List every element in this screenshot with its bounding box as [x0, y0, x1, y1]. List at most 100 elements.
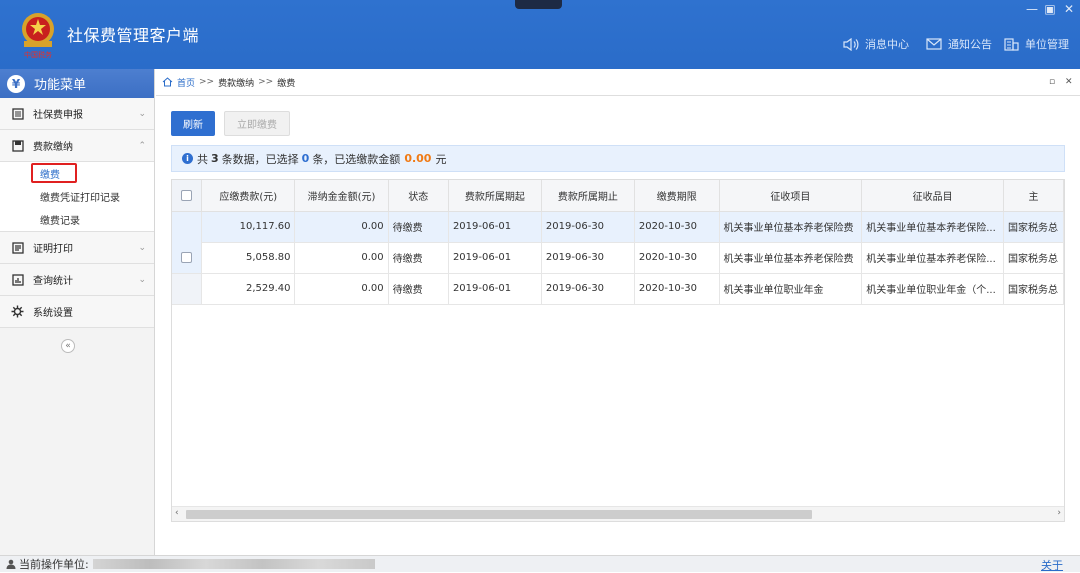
table-cell: 0.00 [294, 242, 389, 274]
row-group-checkbox-cell[interactable] [172, 211, 203, 274]
main-content: 首页 >> 费款缴纳 >> 缴费 ▫ ✕ 刷新 立即缴费 i 共 3 条数据，已… [156, 69, 1080, 555]
scroll-right-icon[interactable]: › [1057, 508, 1061, 518]
function-menu-title: 功能菜单 [34, 78, 87, 93]
notice-link[interactable]: 通知公告 [926, 36, 992, 52]
summary-info-bar: i 共 3 条数据，已选择 0 条，已选缴款金额 0.00 元 [171, 145, 1065, 172]
table-cell: 国家税务总 [1003, 211, 1064, 243]
restore-button[interactable]: ▣ [1041, 2, 1059, 16]
about-link[interactable]: 关于 [1041, 557, 1063, 573]
horizontal-scrollbar[interactable]: ‹ › [172, 506, 1064, 521]
app-title: 社保费管理客户端 [67, 26, 200, 45]
close-button[interactable]: ✕ [1060, 2, 1078, 16]
payment-table: 应缴费款(元) 滞纳金金额(元) 状态 费款所属期起 费款所属期止 缴费期限 征… [171, 179, 1065, 522]
column-header[interactable]: 应缴费款(元) [201, 180, 296, 212]
tab-close-icon[interactable]: ✕ [1065, 77, 1073, 87]
unit-management-label: 单位管理 [1025, 38, 1069, 51]
table-cell: 机关事业单位基本养老保险... [861, 211, 1004, 243]
unit-management-link[interactable]: 单位管理 [1004, 36, 1069, 52]
status-bar: 当前操作单位: 关于 [0, 555, 1080, 572]
table-cell: 2,529.40 [201, 273, 296, 305]
function-menu-header: ¥ 功能菜单 [0, 69, 154, 104]
scroll-left-icon[interactable]: ‹ [175, 508, 179, 518]
chevron-down-icon: ⌄ [138, 243, 146, 253]
collapse-sidebar-button[interactable]: « [61, 339, 75, 353]
select-all-checkbox[interactable] [181, 189, 193, 201]
row-checkbox-cell [172, 273, 203, 305]
chart-icon [11, 273, 24, 286]
card-icon [11, 139, 24, 152]
column-header[interactable]: 主 [1003, 180, 1064, 212]
summary-total-count: 3 [211, 152, 219, 165]
user-icon [6, 559, 16, 569]
chevron-down-icon: ⌄ [138, 109, 146, 119]
column-header[interactable]: 征收项目 [719, 180, 863, 212]
pay-now-button[interactable]: 立即缴费 [224, 111, 290, 136]
home-icon [162, 77, 173, 87]
column-header[interactable]: 费款所属期起 [448, 180, 542, 212]
logo-text: 中国税务 [24, 50, 52, 59]
breadcrumb-separator: >> [258, 77, 274, 87]
submenu-item-label: 缴费记录 [40, 216, 80, 227]
table-cell: 0.00 [294, 211, 389, 243]
table-cell: 10,117.60 [201, 211, 296, 243]
sidebar-item-label: 社保费申报 [33, 110, 83, 121]
message-center-link[interactable]: 消息中心 [843, 36, 909, 52]
sidebar-item-label: 费款缴纳 [33, 142, 73, 153]
tax-emblem-logo: 中国税务 [22, 13, 54, 59]
table-row[interactable]: 2,529.40 0.00 待缴费 2019-06-01 2019-06-30 … [172, 273, 1064, 305]
sidebar-item-label: 证明打印 [33, 244, 73, 255]
table-cell: 0.00 [294, 273, 389, 305]
current-unit-label: 当前操作单位: [19, 558, 89, 571]
table-cell: 待缴费 [388, 211, 449, 243]
sidebar-item-certificate-print[interactable]: 证明打印 ⌄ [0, 232, 154, 264]
table-cell: 机关事业单位职业年金（个... [861, 273, 1004, 305]
table-cell: 2020-10-30 [634, 242, 720, 274]
breadcrumb-level2: 费款缴纳 [218, 78, 255, 89]
table-cell: 机关事业单位基本养老保险... [861, 242, 1004, 274]
table-header-row: 应缴费款(元) 滞纳金金额(元) 状态 费款所属期起 费款所属期止 缴费期限 征… [172, 180, 1064, 212]
select-all-checkbox-cell[interactable] [172, 180, 203, 212]
minimize-button[interactable]: — [1023, 2, 1041, 16]
column-header[interactable]: 状态 [388, 180, 449, 212]
table-cell: 2019-06-30 [541, 211, 635, 243]
column-header[interactable]: 缴费期限 [634, 180, 720, 212]
chevron-down-icon: ⌄ [138, 275, 146, 285]
table-cell: 待缴费 [388, 273, 449, 305]
breadcrumb-home-link[interactable]: 首页 [177, 76, 195, 89]
document-icon [11, 107, 24, 120]
refresh-button[interactable]: 刷新 [171, 111, 215, 136]
table-cell: 5,058.80 [201, 242, 296, 274]
gear-icon [11, 305, 24, 318]
sidebar: ¥ 功能菜单 社保费申报 ⌄ 费款缴纳 ⌃ 缴费 缴费凭证打印记录 缴费记录 证… [0, 69, 155, 555]
notice-label: 通知公告 [948, 38, 992, 51]
table-row[interactable]: 10,117.60 0.00 待缴费 2019-06-01 2019-06-30… [172, 211, 1064, 274]
column-header[interactable]: 征收品目 [861, 180, 1004, 212]
info-icon: i [182, 153, 193, 164]
active-highlight-box [31, 163, 77, 183]
table-cell: 机关事业单位基本养老保险费 [719, 242, 863, 274]
speaker-icon [843, 37, 859, 51]
sidebar-item-system-settings[interactable]: 系统设置 [0, 296, 154, 328]
sidebar-item-declaration[interactable]: 社保费申报 ⌄ [0, 98, 154, 130]
chevron-up-icon: ⌃ [138, 141, 146, 151]
summary-amount: 0.00 [404, 152, 432, 165]
row-checkbox[interactable] [181, 252, 193, 263]
scrollbar-thumb[interactable] [186, 510, 812, 519]
window-notch [515, 0, 562, 9]
column-header[interactable]: 滞纳金金额(元) [294, 180, 389, 212]
sidebar-item-query-stats[interactable]: 查询统计 ⌄ [0, 264, 154, 296]
breadcrumb-separator: >> [199, 77, 215, 87]
tab-restore-icon[interactable]: ▫ [1049, 77, 1055, 87]
table-row[interactable]: 5,058.80 0.00 待缴费 2019-06-01 2019-06-30 … [172, 242, 1064, 274]
submenu-item-payment-records[interactable]: 缴费记录 [0, 208, 154, 231]
table-cell: 2019-06-01 [448, 273, 542, 305]
redacted-unit-name [92, 559, 375, 569]
submenu-item-pay[interactable]: 缴费 [0, 162, 154, 185]
submenu-item-voucher-print-records[interactable]: 缴费凭证打印记录 [0, 185, 154, 208]
column-header[interactable]: 费款所属期止 [541, 180, 635, 212]
table-cell: 2019-06-30 [541, 273, 635, 305]
summary-text-2: 条，已选缴款金额 [312, 152, 401, 166]
sidebar-item-label: 系统设置 [33, 308, 73, 319]
mail-icon [926, 38, 942, 50]
sidebar-item-payment[interactable]: 费款缴纳 ⌃ [0, 130, 154, 162]
